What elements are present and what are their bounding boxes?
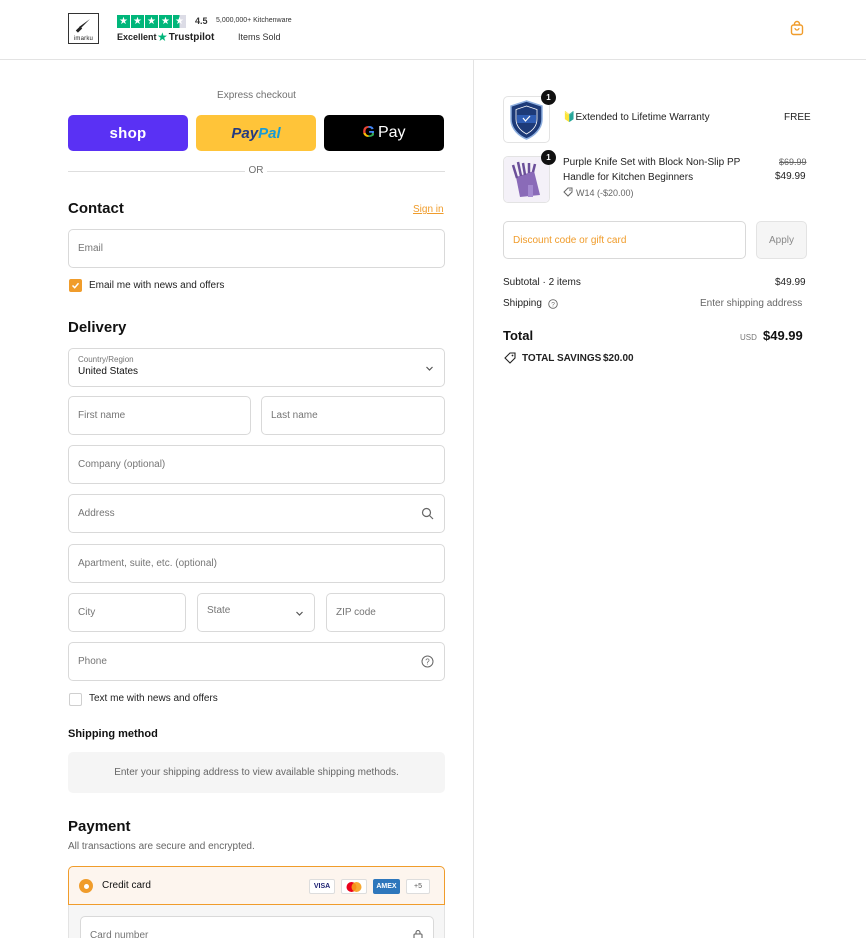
checkout-form: Express checkout shop Pay Pal G Pay OR Con… — [0, 60, 473, 938]
tag-icon — [504, 352, 516, 364]
apartment-field[interactable]: Apartment, suite, etc. (optional) — [68, 544, 445, 583]
card-details-panel: Card number — [68, 905, 445, 938]
address-field[interactable]: Address — [68, 494, 445, 533]
delivery-title: Delivery — [68, 319, 127, 336]
sold-count: 5,000,000+ Kitchenware — [216, 17, 292, 24]
country-label: Country/Region — [78, 355, 134, 364]
mastercard-icon — [341, 879, 367, 894]
chevron-down-icon — [426, 366, 433, 371]
trustpilot-logo: ★ Trustpilot — [157, 30, 215, 44]
item-name: 🔰Extended to Lifetime Warranty — [563, 112, 710, 123]
total-savings-label: TOTAL SAVINGS — [522, 353, 602, 364]
credit-card-radio[interactable] — [79, 879, 93, 893]
shipping-method-message: Enter your shipping address to view avai… — [68, 752, 445, 793]
total-value: $49.99 — [763, 328, 803, 343]
or-label: OR — [245, 165, 267, 176]
order-summary: 1 🔰Extended to Lifetime Warranty FREE 1 … — [474, 60, 866, 938]
shopping-bag-icon[interactable] — [789, 20, 805, 36]
subtotal-label: Subtotal · 2 items — [503, 277, 581, 288]
item-price: $49.99 — [775, 171, 806, 182]
chevron-down-icon — [296, 611, 303, 616]
amex-icon: AMEX — [373, 879, 400, 894]
payment-subtitle: All transactions are secure and encrypte… — [68, 841, 255, 852]
credit-card-label: Credit card — [102, 880, 151, 891]
brand-logo[interactable]: imarku — [68, 13, 99, 44]
svg-text:?: ? — [425, 658, 430, 667]
email-field[interactable]: Email — [68, 229, 445, 268]
total-label: Total — [503, 328, 534, 343]
help-icon[interactable]: ? — [421, 655, 434, 668]
shipping-value: Enter shipping address — [700, 298, 803, 309]
shipping-method-title: Shipping method — [68, 728, 158, 740]
star-icon: ★ — [117, 15, 130, 28]
quantity-badge: 1 — [541, 150, 556, 165]
shop-pay-button[interactable]: shop — [68, 115, 188, 151]
contact-title: Contact — [68, 200, 124, 217]
express-checkout-label: Express checkout — [217, 90, 296, 101]
zip-field[interactable]: ZIP code — [326, 593, 445, 632]
quantity-badge: 1 — [541, 90, 556, 105]
discount-code-input[interactable]: Discount code or gift card — [503, 221, 746, 259]
visa-icon: VISA — [309, 879, 335, 894]
country-value: United States — [78, 366, 139, 377]
paypal-button[interactable]: Pay Pal — [196, 115, 316, 151]
card-number-field[interactable]: Card number — [80, 916, 434, 938]
sms-news-label: Text me with news and offers — [89, 693, 218, 704]
item-price: FREE — [784, 112, 811, 123]
apply-button[interactable]: Apply — [756, 221, 807, 259]
trustpilot-score: 4.5 — [195, 16, 208, 26]
item-name-line2: Handle for Kitchen Beginners — [563, 172, 694, 183]
item-discount: W14 (-$20.00) — [576, 188, 634, 198]
svg-text:?: ? — [551, 302, 555, 309]
item-old-price: $69.99 — [779, 157, 807, 167]
more-cards-badge: +5 — [406, 879, 430, 894]
star-icon: ★ — [145, 15, 158, 28]
state-select[interactable]: State — [197, 593, 315, 632]
subtotal-value: $49.99 — [775, 277, 806, 288]
last-name-field[interactable]: Last name — [261, 396, 445, 435]
tag-icon — [563, 187, 573, 197]
trustpilot-stars: ★ ★ ★ ★ ★ — [117, 15, 186, 28]
sms-news-checkbox[interactable] — [69, 693, 82, 706]
email-news-label: Email me with news and offers — [89, 280, 225, 291]
currency-label: USD — [740, 333, 757, 342]
trustpilot-rating-text: Excellent — [117, 32, 157, 42]
brand-logo-text: imarku — [73, 36, 94, 42]
company-field[interactable]: Company (optional) — [68, 445, 445, 484]
trustpilot-star-icon: ★ — [157, 30, 168, 44]
city-field[interactable]: City — [68, 593, 186, 632]
knife-icon — [75, 19, 90, 33]
payment-title: Payment — [68, 818, 131, 835]
google-pay-button[interactable]: G Pay — [324, 115, 444, 151]
country-select[interactable]: Country/Region United States — [68, 348, 445, 387]
first-name-field[interactable]: First name — [68, 396, 251, 435]
sold-label: Items Sold — [238, 32, 281, 42]
google-g-icon: G — [362, 124, 375, 141]
star-half-icon: ★ — [173, 15, 186, 28]
credit-card-option[interactable]: Credit card VISA AMEX +5 — [68, 866, 445, 905]
help-icon[interactable]: ? — [548, 299, 558, 309]
phone-field[interactable]: Phone ? — [68, 642, 445, 681]
checkmark-icon — [71, 282, 80, 289]
sign-in-link[interactable]: Sign in — [413, 204, 444, 215]
star-icon: ★ — [131, 15, 144, 28]
shipping-label: Shipping — [503, 298, 542, 309]
header: imarku ★ ★ ★ ★ ★ 4.5 Excellent ★ Trustpil… — [0, 0, 866, 60]
search-icon — [421, 507, 434, 520]
warranty-shield-icon — [510, 100, 543, 140]
email-news-checkbox[interactable] — [69, 279, 82, 292]
knife-block-icon — [504, 157, 549, 202]
star-icon: ★ — [159, 15, 172, 28]
total-savings-value: $20.00 — [603, 353, 634, 364]
lock-icon — [413, 929, 423, 938]
item-name-line1: Purple Knife Set with Block Non-Slip PP — [563, 157, 741, 168]
